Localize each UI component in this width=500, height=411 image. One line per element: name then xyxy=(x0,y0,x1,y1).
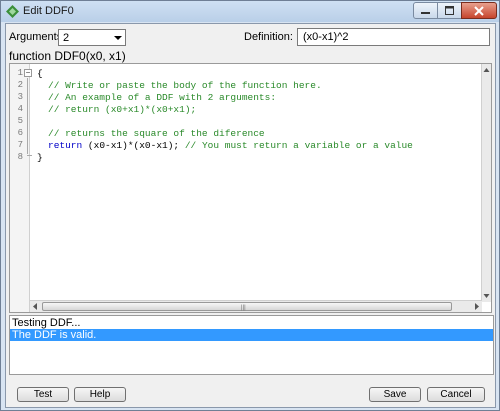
test-button[interactable]: Test xyxy=(17,387,69,402)
line-number: 8 xyxy=(17,152,23,162)
definition-label: Definition: xyxy=(244,31,293,43)
edit-ddf-window: Edit DDF0 Arguments: 2 Definition: (x0-x… xyxy=(0,0,500,411)
code-editor[interactable]: 1 2 3 4 5 6 7 8 − { // Write or paste th… xyxy=(9,63,492,313)
line-number: 7 xyxy=(17,140,23,150)
arguments-label: Arguments: xyxy=(9,31,66,43)
scroll-down-icon[interactable] xyxy=(482,292,491,300)
function-signature: function DDF0(x0, x1) xyxy=(9,49,126,63)
scroll-left-icon[interactable] xyxy=(31,301,40,312)
dialog-body: Arguments: 2 Definition: (x0-x1)^2 funct… xyxy=(5,23,496,408)
arguments-value: 2 xyxy=(63,32,70,44)
close-button[interactable] xyxy=(461,2,497,19)
minimize-button[interactable] xyxy=(413,2,438,19)
line-number: 3 xyxy=(17,92,23,102)
scroll-up-icon[interactable] xyxy=(482,66,491,74)
definition-value: (x0-x1)^2 xyxy=(303,31,349,43)
fold-collapse-icon[interactable]: − xyxy=(24,69,32,77)
line-number: 6 xyxy=(17,128,23,138)
save-button[interactable]: Save xyxy=(369,387,421,402)
app-icon xyxy=(6,5,19,18)
code-comment: // You must return a variable or a value xyxy=(184,140,413,151)
output-line: Testing DDF... xyxy=(12,317,81,329)
maximize-button[interactable] xyxy=(437,2,462,19)
code-expression: (x0-x1)*(x0-x1); xyxy=(82,140,185,151)
scroll-right-icon[interactable] xyxy=(472,301,481,312)
horizontal-scroll-thumb[interactable]: ||| xyxy=(42,302,452,311)
grip-icon: ||| xyxy=(241,305,246,311)
cancel-button[interactable]: Cancel xyxy=(427,387,485,402)
code-line: // returns the square of the diference xyxy=(48,128,265,139)
output-line-selected[interactable]: The DDF is valid. xyxy=(10,329,493,341)
chevron-down-icon xyxy=(114,36,122,40)
arguments-select[interactable]: 2 xyxy=(58,29,126,46)
close-icon xyxy=(474,5,484,16)
help-button[interactable]: Help xyxy=(74,387,126,402)
line-number: 2 xyxy=(17,80,23,90)
code-line: } xyxy=(37,152,43,163)
maximize-icon xyxy=(445,6,454,15)
minimize-icon xyxy=(421,12,430,14)
vertical-scrollbar[interactable] xyxy=(481,64,491,302)
code-line: // An example of a DDF with 2 arguments: xyxy=(48,92,277,103)
code-line: // return (x0+x1)*(x0+x1); xyxy=(48,104,197,115)
line-number: 5 xyxy=(17,116,23,126)
title-bar: Edit DDF0 xyxy=(1,1,499,22)
code-line: // Write or paste the body of the functi… xyxy=(48,80,322,91)
code-keyword: return xyxy=(48,140,83,151)
line-number: 4 xyxy=(17,104,23,114)
fold-guide-end xyxy=(27,155,32,156)
fold-guide xyxy=(27,78,28,154)
window-title: Edit DDF0 xyxy=(23,5,74,17)
horizontal-scrollbar[interactable]: ||| xyxy=(30,300,482,312)
code-line: return (x0-x1)*(x0-x1); // You must retu… xyxy=(48,140,413,151)
definition-field[interactable]: (x0-x1)^2 xyxy=(297,28,490,46)
code-line: { xyxy=(37,68,43,79)
line-number: 1 xyxy=(17,68,23,78)
output-panel: Testing DDF... The DDF is valid. xyxy=(9,315,494,375)
